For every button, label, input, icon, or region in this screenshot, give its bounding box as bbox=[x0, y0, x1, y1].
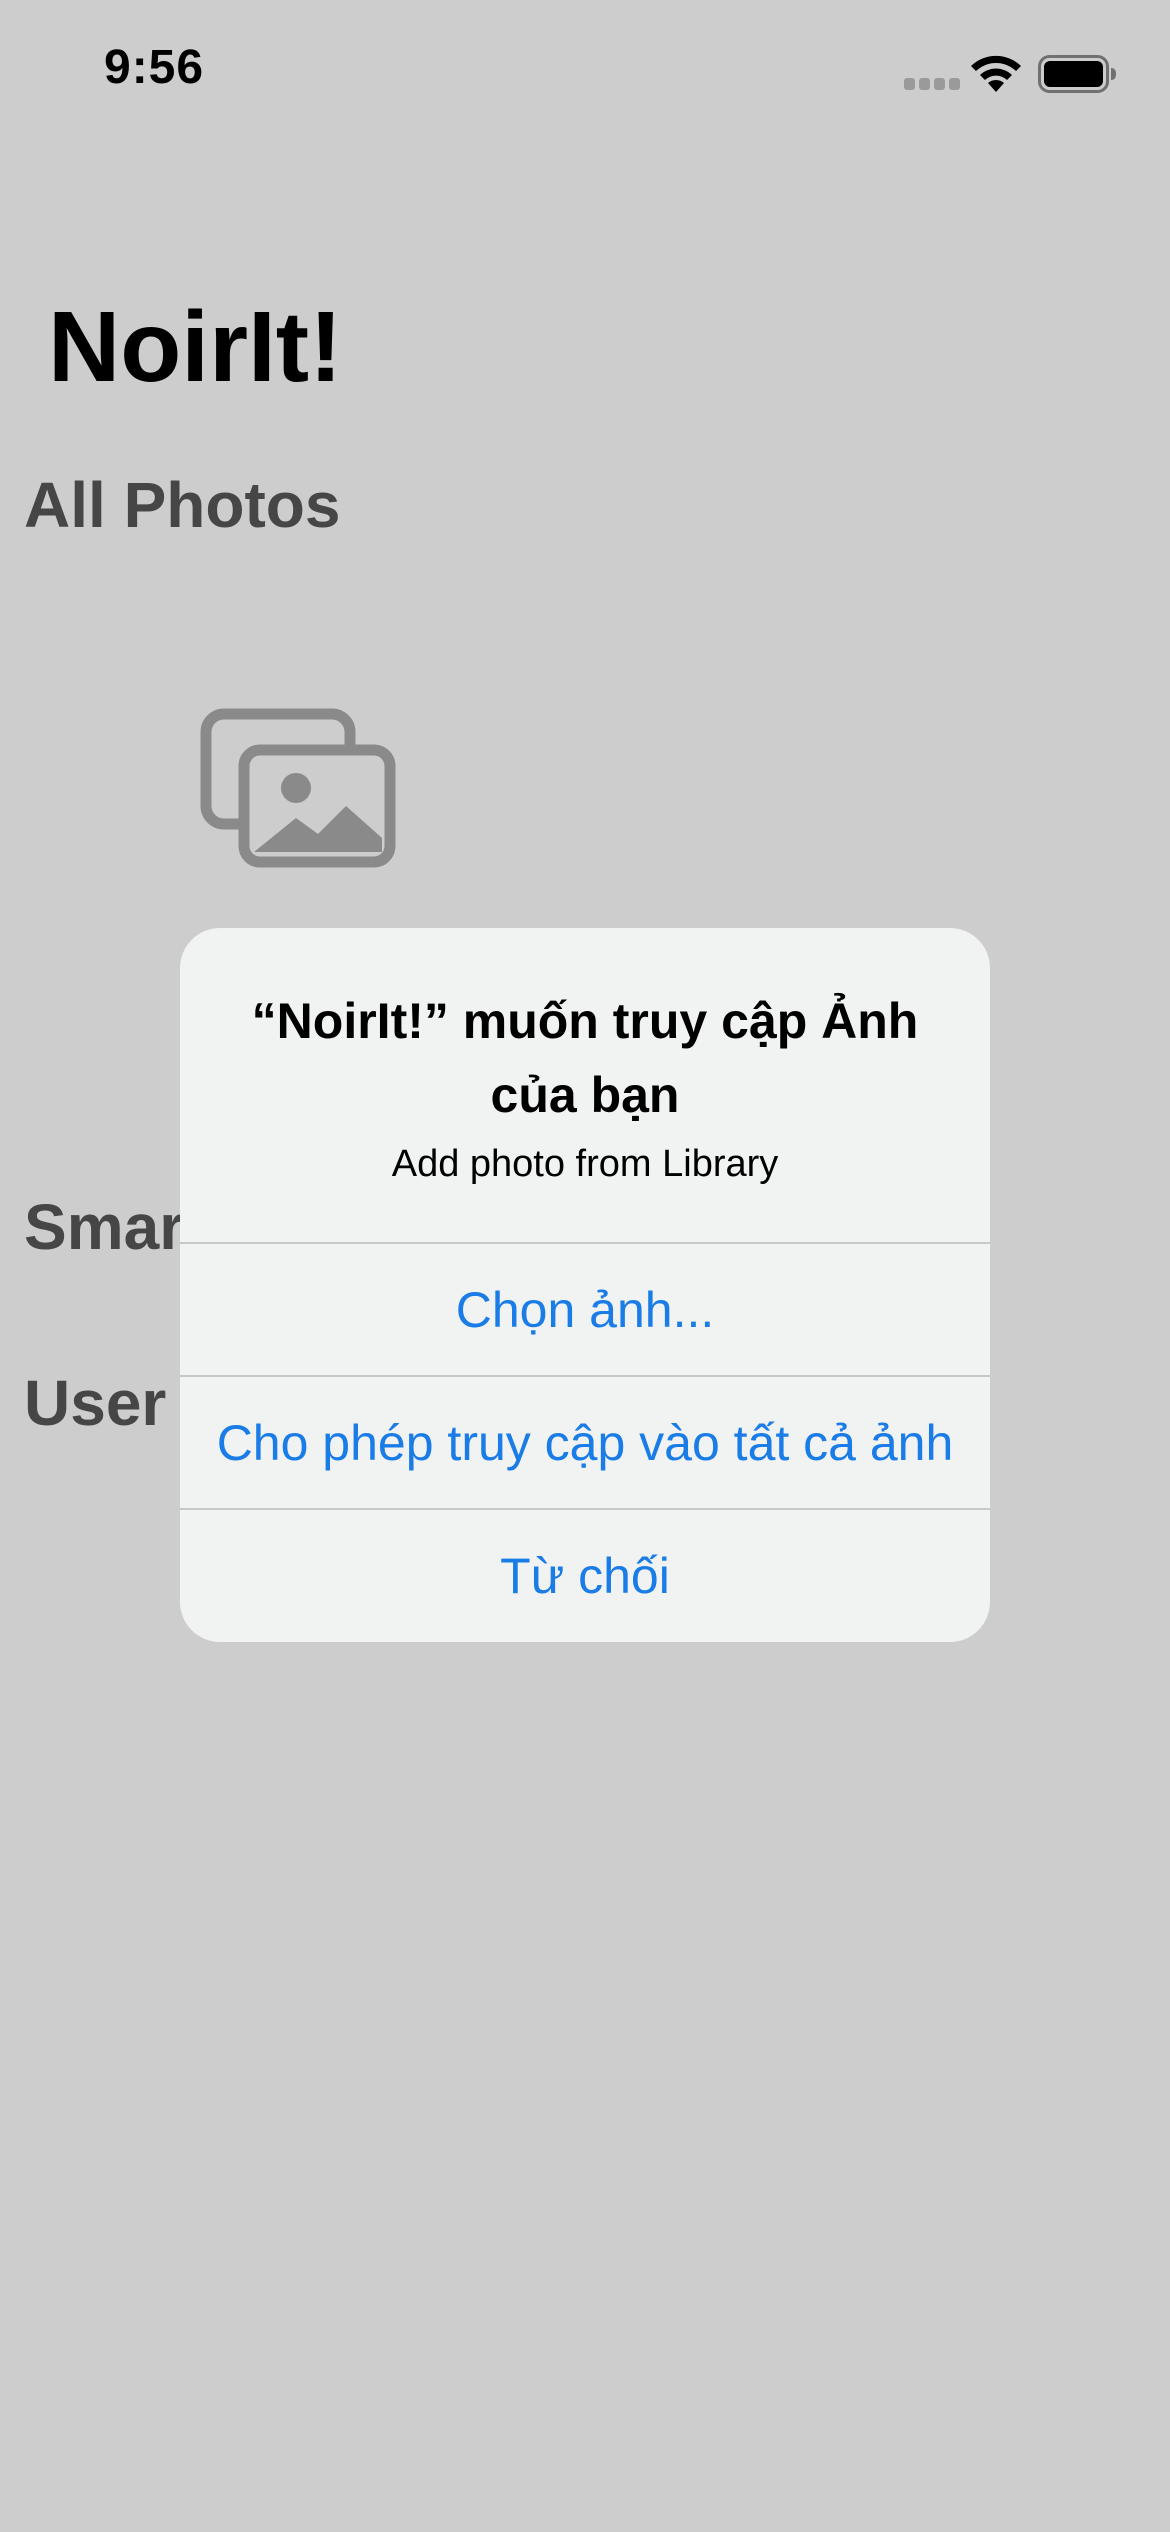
deny-access-button[interactable]: Từ chối bbox=[180, 1508, 990, 1641]
section-smart-albums[interactable]: Smar bbox=[24, 1190, 184, 1264]
app-title: NoirIt! bbox=[48, 291, 343, 403]
photo-stack-icon[interactable] bbox=[200, 708, 396, 868]
cellular-signal-icon bbox=[904, 78, 960, 90]
section-all-photos[interactable]: All Photos bbox=[24, 468, 340, 542]
alert-header: “NoirIt!” muốn truy cập Ảnh của bạn Add … bbox=[180, 928, 990, 1242]
status-time: 9:56 bbox=[104, 41, 205, 94]
alert-title: “NoirIt!” muốn truy cập Ảnh của bạn bbox=[251, 993, 919, 1123]
section-user-albums[interactable]: User bbox=[24, 1366, 166, 1440]
select-photos-button[interactable]: Chọn ảnh... bbox=[180, 1242, 990, 1375]
wifi-icon bbox=[971, 55, 1021, 92]
app-screen: 9:56 NoirIt! All Photos Smar User “NoirI… bbox=[0, 0, 1170, 2532]
battery-icon bbox=[1038, 55, 1116, 93]
photo-permission-alert: “NoirIt!” muốn truy cập Ảnh của bạn Add … bbox=[180, 928, 990, 1642]
allow-all-photos-button[interactable]: Cho phép truy cập vào tất cả ảnh bbox=[180, 1375, 990, 1508]
alert-message: Add photo from Library bbox=[391, 1143, 779, 1185]
